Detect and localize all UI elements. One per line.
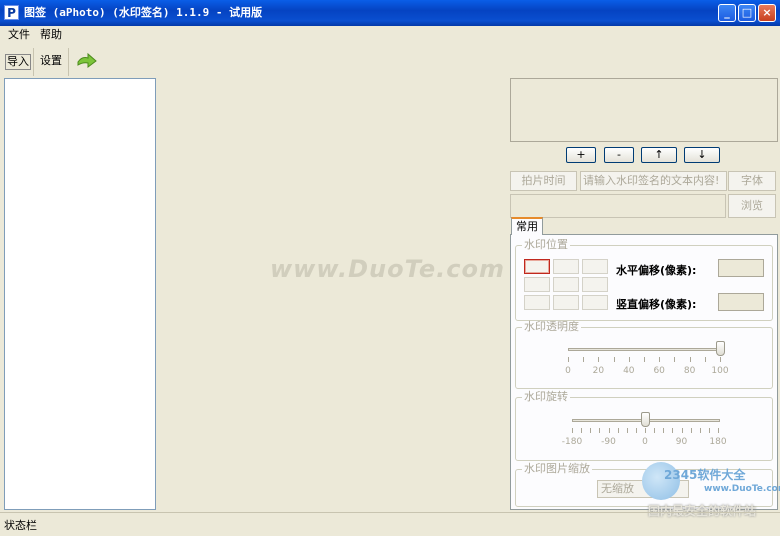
watermark-text-input[interactable]: 请输入水印签名的文本内容!	[580, 171, 727, 191]
slider-tick	[672, 428, 674, 433]
arrow-right-icon[interactable]	[76, 52, 98, 70]
rotation-group: 水印旋转 -180 -90 0 90 180	[515, 391, 773, 461]
slider-tick-label: 0	[642, 437, 648, 447]
slider-tick-label: 180	[709, 437, 727, 447]
app-icon: P	[4, 5, 19, 20]
slider-tick-label: 90	[675, 437, 688, 447]
menu-file[interactable]: 文件	[8, 27, 30, 42]
position-middle-left[interactable]	[524, 277, 550, 292]
position-group-title: 水印位置	[522, 238, 570, 251]
slider-tick	[568, 357, 569, 362]
slider-tick	[645, 428, 646, 433]
position-bottom-right[interactable]	[582, 295, 608, 310]
status-text: 状态栏	[4, 519, 37, 532]
site-badge: 2345软件大全 www.DuoTe.com 国内最安全的软件站	[640, 462, 780, 518]
position-group: 水印位置 水平偏移(像素): 竖直偏移(像素):	[515, 239, 773, 321]
slider-tick	[704, 357, 706, 362]
toolbar-separator	[33, 48, 34, 76]
slider-tick	[690, 428, 692, 433]
position-bottom-left[interactable]	[524, 295, 550, 310]
slider-tick	[598, 357, 600, 362]
slider-tick	[644, 357, 645, 362]
slider-tick	[699, 428, 701, 433]
slider-tick	[590, 428, 592, 433]
horizontal-offset-input[interactable]	[718, 259, 764, 277]
close-button[interactable]: ×	[758, 4, 776, 22]
slider-tick	[689, 357, 691, 362]
slider-tick	[720, 357, 721, 362]
slider-tick	[581, 428, 583, 433]
vertical-offset-input[interactable]	[718, 293, 764, 311]
slider-tick-label: 40	[623, 366, 635, 376]
image-list[interactable]	[4, 78, 156, 510]
toolbar-separator	[68, 48, 69, 76]
opacity-group: 水印透明度 0 20 40 60 80 100	[515, 321, 773, 389]
slider-tick	[617, 428, 619, 433]
position-bottom-center[interactable]	[553, 295, 579, 310]
import-button[interactable]: 导入	[5, 54, 31, 70]
scale-group-title: 水印图片缩放	[522, 462, 592, 475]
slider-tick	[628, 357, 630, 362]
remove-button[interactable]: -	[604, 147, 634, 163]
slider-tick-label: 0	[565, 366, 571, 376]
position-top-right[interactable]	[582, 259, 608, 274]
vertical-offset-label: 竖直偏移(像素):	[616, 298, 697, 311]
slider-tick	[663, 428, 665, 433]
slider-tick	[635, 428, 637, 433]
maximize-button[interactable]: □	[738, 4, 756, 22]
slider-tick	[708, 428, 710, 433]
badge-title: 2345软件大全	[664, 468, 746, 482]
slider-tick	[572, 428, 573, 433]
slider-tick-label: -180	[561, 437, 583, 447]
browse-button[interactable]: 浏览	[728, 194, 776, 218]
toolbar: 导入 设置	[0, 46, 780, 76]
slider-tick-label: 100	[711, 366, 729, 376]
window-title: 图签 (aPhoto) (水印签名) 1.1.9 - 试用版	[24, 6, 263, 19]
opacity-slider-thumb[interactable]	[716, 341, 725, 356]
menu-bar: 文件 帮助	[0, 26, 780, 44]
badge-url: www.DuoTe.com	[704, 484, 780, 494]
slider-tick	[583, 357, 585, 362]
slider-tick	[654, 428, 656, 433]
slider-tick-label: -90	[601, 437, 616, 447]
menu-help[interactable]: 帮助	[40, 27, 62, 42]
position-top-center[interactable]	[553, 259, 579, 274]
position-top-left[interactable]	[524, 259, 550, 274]
opacity-group-title: 水印透明度	[522, 320, 581, 333]
move-down-button[interactable]: ↓	[684, 147, 720, 163]
watermark-text-list[interactable]	[510, 78, 778, 142]
rotation-slider-thumb[interactable]	[641, 412, 650, 427]
slider-tick	[626, 428, 628, 433]
add-button[interactable]: +	[566, 147, 596, 163]
slider-tick	[674, 357, 676, 362]
opacity-slider-track[interactable]	[568, 348, 724, 351]
watermark-text: www.DuoTe.com	[270, 255, 505, 283]
title-bar[interactable]: P 图签 (aPhoto) (水印签名) 1.1.9 - 试用版 _ □ ×	[0, 0, 780, 26]
slider-tick	[681, 428, 683, 433]
position-center[interactable]	[553, 277, 579, 292]
rotation-group-title: 水印旋转	[522, 390, 570, 403]
settings-button[interactable]: 设置	[40, 54, 62, 68]
app-window: P 图签 (aPhoto) (水印签名) 1.1.9 - 试用版 _ □ × 文…	[0, 0, 780, 536]
status-bar: 状态栏	[0, 512, 780, 536]
slider-tick	[608, 428, 610, 433]
image-path-field[interactable]	[510, 194, 726, 218]
slider-tick-label: 60	[653, 366, 665, 376]
slider-tick	[718, 428, 719, 433]
slider-tick-label: 80	[683, 366, 696, 376]
position-middle-right[interactable]	[582, 277, 608, 292]
minimize-button[interactable]: _	[718, 4, 736, 22]
font-button[interactable]: 字体	[728, 171, 776, 191]
slider-tick	[613, 357, 615, 362]
capture-time-button[interactable]: 拍片时间	[510, 171, 577, 191]
horizontal-offset-label: 水平偏移(像素):	[616, 264, 697, 277]
slider-tick	[599, 428, 601, 433]
slider-tick	[659, 357, 661, 362]
move-up-button[interactable]: ↑	[641, 147, 677, 163]
preview-area[interactable]	[160, 78, 508, 510]
tab-common[interactable]: 常用	[511, 217, 543, 235]
slider-tick-label: 20	[592, 366, 605, 376]
